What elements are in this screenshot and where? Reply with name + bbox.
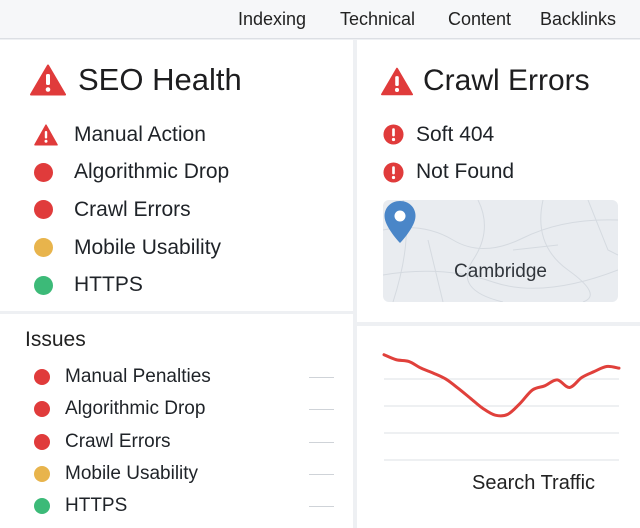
warning-icon: [30, 64, 66, 96]
row-divider: [309, 506, 334, 508]
status-dot-warning: [34, 238, 53, 258]
seo-item-https[interactable]: HTTPS: [34, 266, 229, 304]
seo-health-panel: SEO Health Manual Action Algorithmic Dro…: [0, 40, 353, 311]
error-circle-icon: [383, 162, 404, 183]
map-pin-icon[interactable]: [383, 200, 417, 244]
seo-item-label: Crawl Errors: [74, 197, 191, 221]
status-dot-critical: [34, 369, 50, 386]
search-traffic-label: Search Traffic: [472, 472, 596, 494]
issues-heading: Issues: [25, 328, 86, 351]
status-dot-ok: [34, 275, 53, 295]
seo-item-label: HTTPS: [74, 273, 143, 297]
seo-item-crawl-errors[interactable]: Crawl Errors: [34, 191, 229, 229]
crawl-errors-panel: Crawl Errors Soft 404 Not Found Cambridg…: [357, 40, 640, 322]
status-dot-ok: [34, 498, 50, 515]
seo-health-list: Manual Action Algorithmic Drop Crawl Err…: [34, 116, 229, 304]
crawl-errors-title: Crawl Errors: [423, 64, 590, 97]
row-divider: [309, 377, 334, 379]
crawl-errors-list: Soft 404 Not Found: [383, 116, 514, 191]
issue-label: Manual Penalties: [65, 366, 211, 388]
seo-item-label: Algorithmic Drop: [74, 160, 230, 184]
issue-item-algorithmic-drop[interactable]: Algorithmic Drop: [34, 393, 334, 425]
seo-item-manual-action[interactable]: Manual Action: [34, 116, 229, 154]
issues-panel: Issues Manual Penalties Algorithmic Drop…: [0, 314, 353, 528]
nav-tab-indexing[interactable]: Indexing: [238, 9, 306, 30]
issue-label: Mobile Usability: [65, 463, 199, 485]
row-divider: [309, 474, 334, 476]
status-dot-critical: [34, 200, 53, 220]
error-circle-icon: [383, 124, 404, 145]
row-divider: [309, 409, 334, 411]
traffic-chart: [382, 353, 621, 461]
nav-tab-technical[interactable]: Technical: [340, 9, 415, 30]
location-map[interactable]: Cambridge: [383, 200, 618, 302]
seo-item-label: Manual Action: [74, 122, 206, 146]
issue-item-mobile-usability[interactable]: Mobile Usability: [34, 458, 334, 490]
issues-list: Manual Penalties Algorithmic Drop Crawl …: [34, 361, 334, 522]
warning-icon: [34, 124, 58, 146]
seo-item-algorithmic-drop[interactable]: Algorithmic Drop: [34, 154, 229, 192]
crawl-item-label: Not Found: [416, 160, 515, 184]
issue-item-manual-penalties[interactable]: Manual Penalties: [34, 361, 334, 393]
crawl-item-label: Soft 404: [416, 122, 495, 146]
seo-item-label: Mobile Usability: [74, 235, 222, 259]
search-traffic-panel: Search Traffic: [357, 326, 640, 528]
seo-health-heading: SEO Health: [30, 62, 242, 98]
crawl-item-soft-404[interactable]: Soft 404: [383, 116, 514, 154]
status-dot-critical: [34, 433, 50, 450]
map-location-label: Cambridge: [454, 261, 547, 282]
issue-label: Crawl Errors: [65, 430, 171, 452]
seo-item-mobile-usability[interactable]: Mobile Usability: [34, 229, 229, 267]
traffic-line: [382, 353, 621, 418]
status-dot-critical: [34, 162, 53, 182]
top-nav: Indexing Technical Content Backlinks: [0, 0, 640, 39]
seo-health-title: SEO Health: [78, 62, 242, 97]
issue-item-crawl-errors[interactable]: Crawl Errors: [34, 426, 334, 458]
status-dot-warning: [34, 466, 50, 483]
chart-grid: [384, 378, 619, 461]
nav-tab-backlinks[interactable]: Backlinks: [540, 9, 616, 30]
crawl-item-not-found[interactable]: Not Found: [383, 154, 514, 192]
map-roads: [383, 200, 618, 302]
warning-icon: [381, 67, 413, 95]
issue-label: HTTPS: [65, 495, 128, 517]
crawl-errors-heading: Crawl Errors: [381, 64, 590, 98]
issue-item-https[interactable]: HTTPS: [34, 490, 334, 522]
row-divider: [309, 441, 334, 443]
status-dot-critical: [34, 401, 50, 418]
issue-label: Algorithmic Drop: [65, 398, 206, 420]
nav-tab-content[interactable]: Content: [448, 9, 511, 30]
